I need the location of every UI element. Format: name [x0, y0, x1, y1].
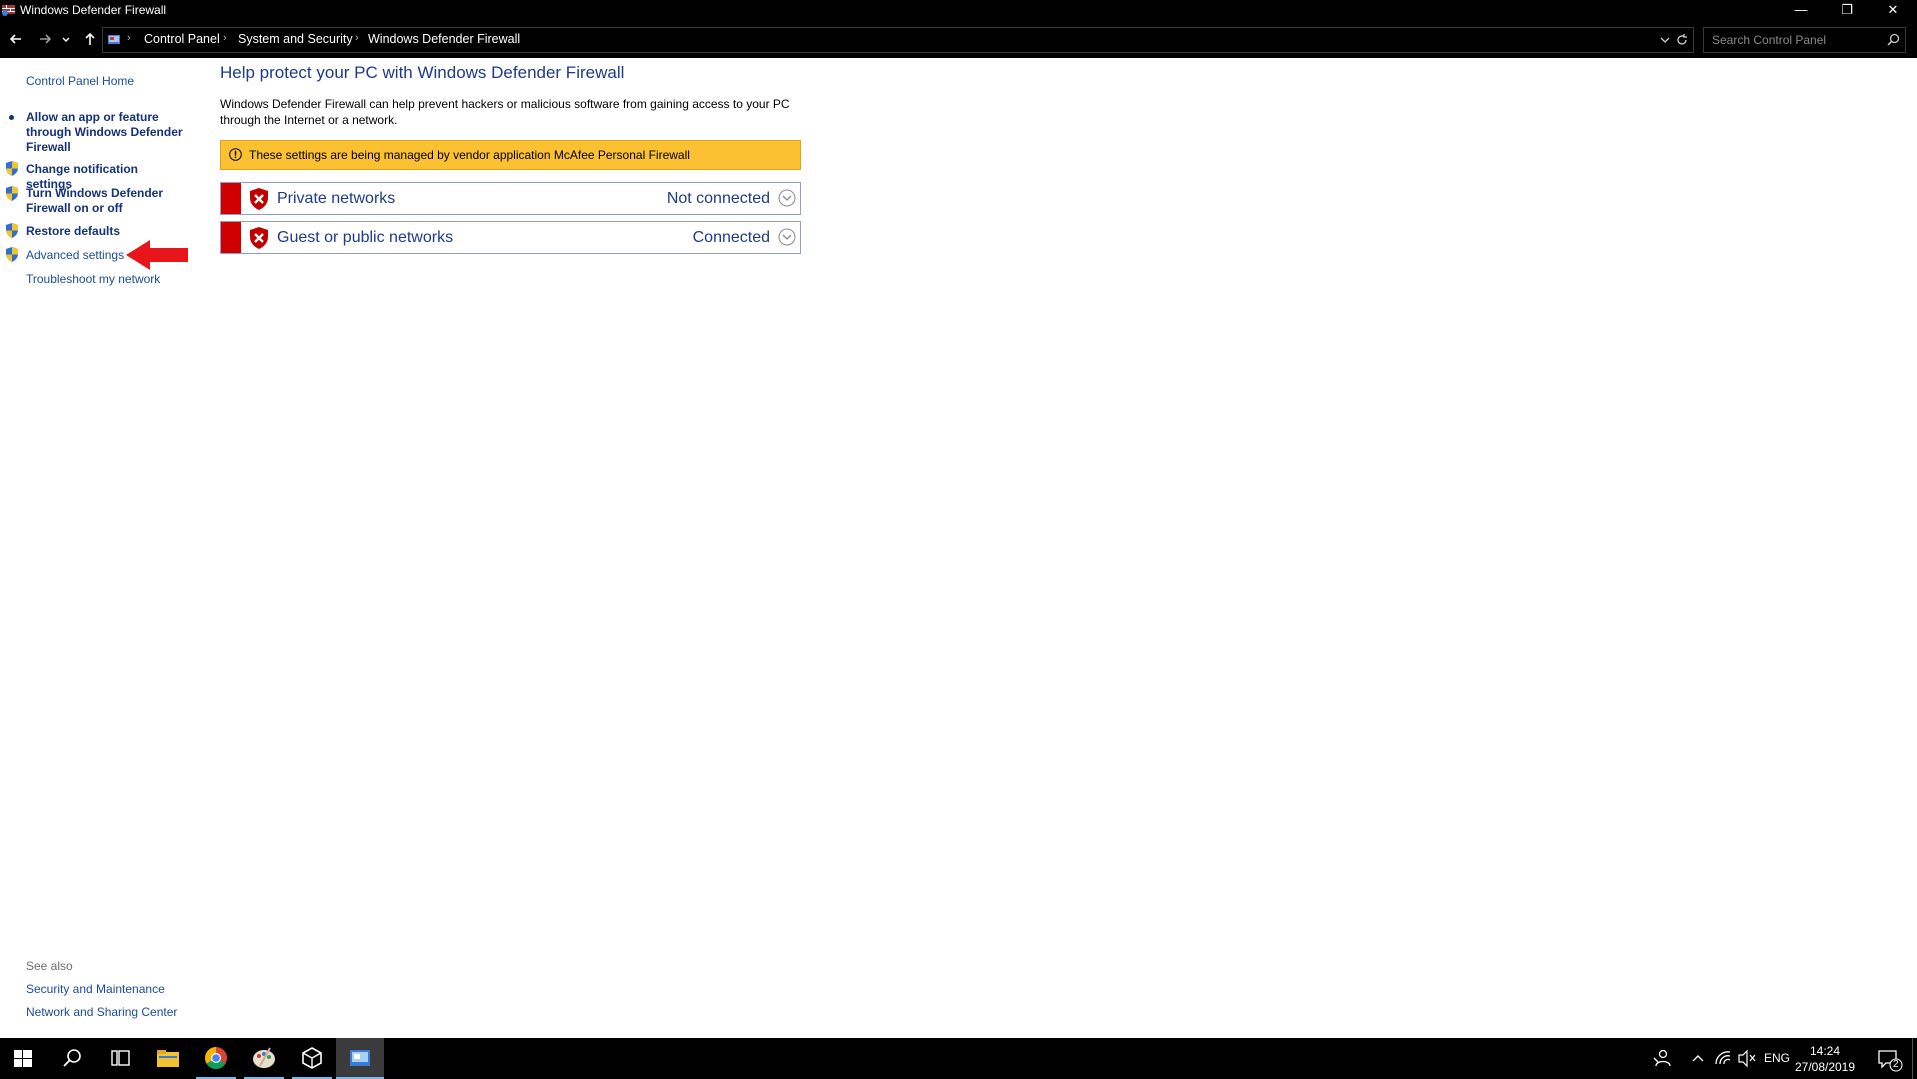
taskbar: ENG 14:24 27/08/2019 2: [0, 1038, 1917, 1079]
status-color-bar: [221, 183, 241, 214]
public-networks-status: Connected: [692, 229, 770, 246]
address-dropdown-chevron-icon[interactable]: [1659, 33, 1671, 47]
uac-shield-icon: [6, 223, 18, 238]
public-networks-label: Guest or public networks: [277, 229, 454, 246]
people-icon[interactable]: [1650, 1038, 1674, 1079]
annotation-arrow-icon: [126, 240, 188, 270]
see-also-heading: See also: [26, 959, 73, 973]
page-title: Help protect your PC with Windows Defend…: [220, 63, 625, 82]
chrome-icon[interactable]: [192, 1038, 240, 1079]
title-bar: Windows Defender Firewall — ❐ ✕: [0, 0, 1917, 20]
unity-icon[interactable]: [288, 1038, 336, 1079]
expand-chevron-icon[interactable]: [778, 228, 796, 246]
control-panel-icon: [108, 35, 120, 44]
address-field[interactable]: › Control Panel › System and Security › …: [102, 27, 1694, 53]
file-explorer-icon[interactable]: [144, 1038, 192, 1079]
search-input[interactable]: [1710, 31, 1884, 49]
firewall-app-icon: [2, 5, 15, 16]
breadcrumb-separator-icon: ›: [223, 32, 227, 44]
notification-count-badge: 2: [1893, 1059, 1899, 1070]
bullet-icon: [9, 115, 14, 120]
warning-icon: [229, 148, 242, 161]
recent-locations-chevron-icon[interactable]: [60, 29, 72, 49]
refresh-icon[interactable]: [1675, 33, 1689, 47]
managed-by-vendor-banner: These settings are being managed by vend…: [220, 140, 801, 170]
uac-shield-icon: [6, 247, 18, 262]
breadcrumb-windows-defender-firewall[interactable]: Windows Defender Firewall: [368, 32, 520, 46]
action-center-icon[interactable]: [1874, 1038, 1904, 1079]
breadcrumb-system-and-security[interactable]: System and Security: [238, 32, 353, 46]
status-color-bar: [221, 222, 241, 253]
private-networks-row[interactable]: Private networks Not connected: [220, 182, 801, 215]
uac-shield-icon: [6, 186, 18, 201]
allow-app-link[interactable]: Allow an app or feature through Windows …: [26, 110, 186, 155]
firewall-off-shield-icon: [250, 227, 268, 249]
network-icon[interactable]: [1712, 1038, 1734, 1079]
start-windows-icon[interactable]: [0, 1038, 48, 1079]
troubleshoot-network-link[interactable]: Troubleshoot my network: [26, 272, 186, 287]
left-pane: Control Panel Home Allow an app or featu…: [0, 58, 200, 1038]
breadcrumb-separator-icon: ›: [127, 32, 131, 44]
up-arrow-icon[interactable]: [80, 29, 100, 49]
turn-firewall-on-off-link[interactable]: Turn Windows Defender Firewall on or off: [26, 186, 186, 216]
show-desktop-button[interactable]: [1912, 1038, 1917, 1079]
firewall-off-shield-icon: [250, 188, 268, 210]
network-sharing-center-link[interactable]: Network and Sharing Center: [26, 1005, 177, 1019]
uac-shield-icon: [6, 161, 18, 176]
address-bar: › Control Panel › System and Security › …: [0, 20, 1917, 58]
breadcrumb-separator-icon: ›: [355, 32, 359, 44]
restore-button[interactable]: ❐: [1824, 0, 1870, 20]
show-hidden-icons-chevron-icon[interactable]: [1688, 1038, 1708, 1079]
volume-muted-icon[interactable]: [1736, 1038, 1758, 1079]
security-maintenance-link[interactable]: Security and Maintenance: [26, 982, 165, 996]
private-networks-label: Private networks: [277, 190, 396, 207]
expand-chevron-icon[interactable]: [778, 189, 796, 207]
paint-app-icon[interactable]: [240, 1038, 288, 1079]
restore-defaults-link[interactable]: Restore defaults: [26, 224, 186, 239]
search-icon[interactable]: [48, 1038, 96, 1079]
close-button[interactable]: ✕: [1870, 0, 1916, 20]
page-description: Windows Defender Firewall can help preve…: [220, 97, 790, 127]
clock-time: 14:24: [1809, 1044, 1841, 1058]
search-box[interactable]: [1703, 27, 1906, 53]
clock[interactable]: 14:24 27/08/2019: [1785, 1043, 1865, 1075]
search-icon[interactable]: [1887, 33, 1900, 46]
control-panel-taskbar-icon[interactable]: [336, 1038, 384, 1079]
breadcrumb-control-panel[interactable]: Control Panel: [144, 32, 220, 46]
banner-text: These settings are being managed by vend…: [249, 148, 690, 162]
forward-arrow-icon[interactable]: [35, 29, 55, 49]
task-view-icon[interactable]: [96, 1038, 144, 1079]
control-panel-home-link[interactable]: Control Panel Home: [26, 74, 134, 88]
back-arrow-icon[interactable]: [6, 29, 26, 49]
public-networks-row[interactable]: Guest or public networks Connected: [220, 221, 801, 254]
private-networks-status: Not connected: [666, 190, 770, 207]
minimize-button[interactable]: —: [1778, 0, 1824, 20]
window-title: Windows Defender Firewall: [20, 3, 167, 17]
clock-date: 27/08/2019: [1794, 1060, 1856, 1074]
